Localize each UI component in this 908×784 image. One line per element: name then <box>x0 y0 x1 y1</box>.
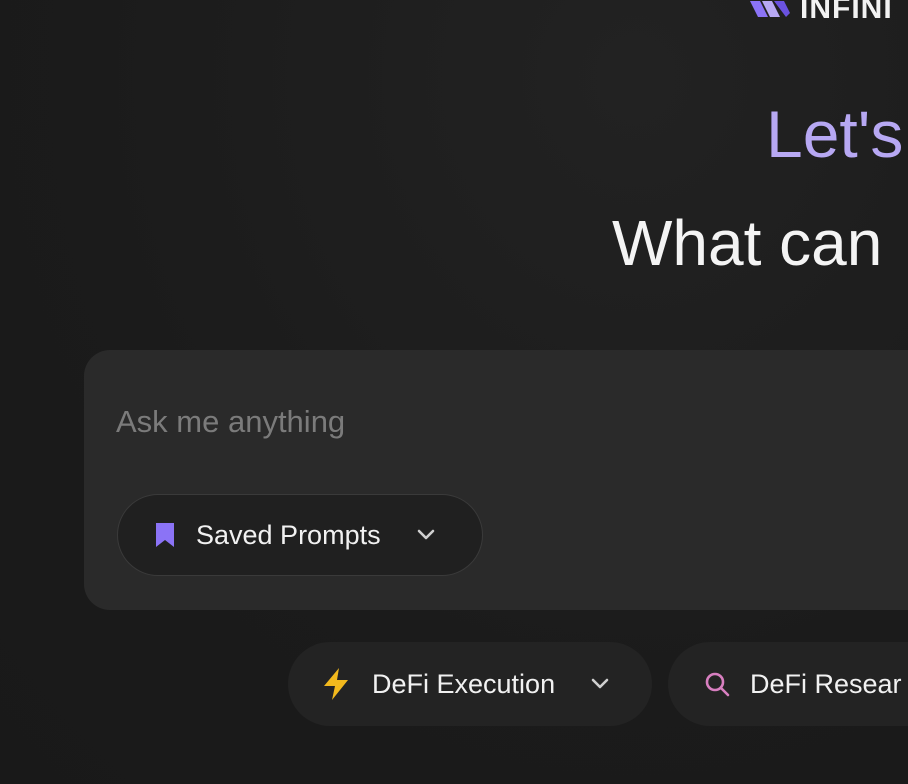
chevron-down-icon <box>591 678 609 689</box>
greeting-text: Let's <box>766 97 904 171</box>
chevron-down-icon <box>417 529 434 540</box>
defi-research-mode-button[interactable]: DeFi Resear <box>668 642 908 726</box>
defi-research-label: DeFi Resear <box>750 668 902 699</box>
bookmark-icon <box>156 523 174 547</box>
lightning-icon <box>324 668 348 700</box>
saved-prompts-button[interactable]: Saved Prompts <box>117 494 483 576</box>
app-page: INFINI Let's What can Saved Prompts DeFi… <box>0 0 908 784</box>
infini-logo-icon <box>750 1 790 17</box>
brand-name: INFINI <box>800 0 893 25</box>
defi-execution-mode-button[interactable]: DeFi Execution <box>288 642 652 726</box>
headline-text: What can <box>612 207 883 279</box>
brand-logo[interactable]: INFINI <box>748 0 893 26</box>
prompt-input[interactable] <box>116 400 876 444</box>
search-icon <box>705 672 730 697</box>
saved-prompts-label: Saved Prompts <box>196 519 381 550</box>
defi-execution-label: DeFi Execution <box>372 668 556 699</box>
